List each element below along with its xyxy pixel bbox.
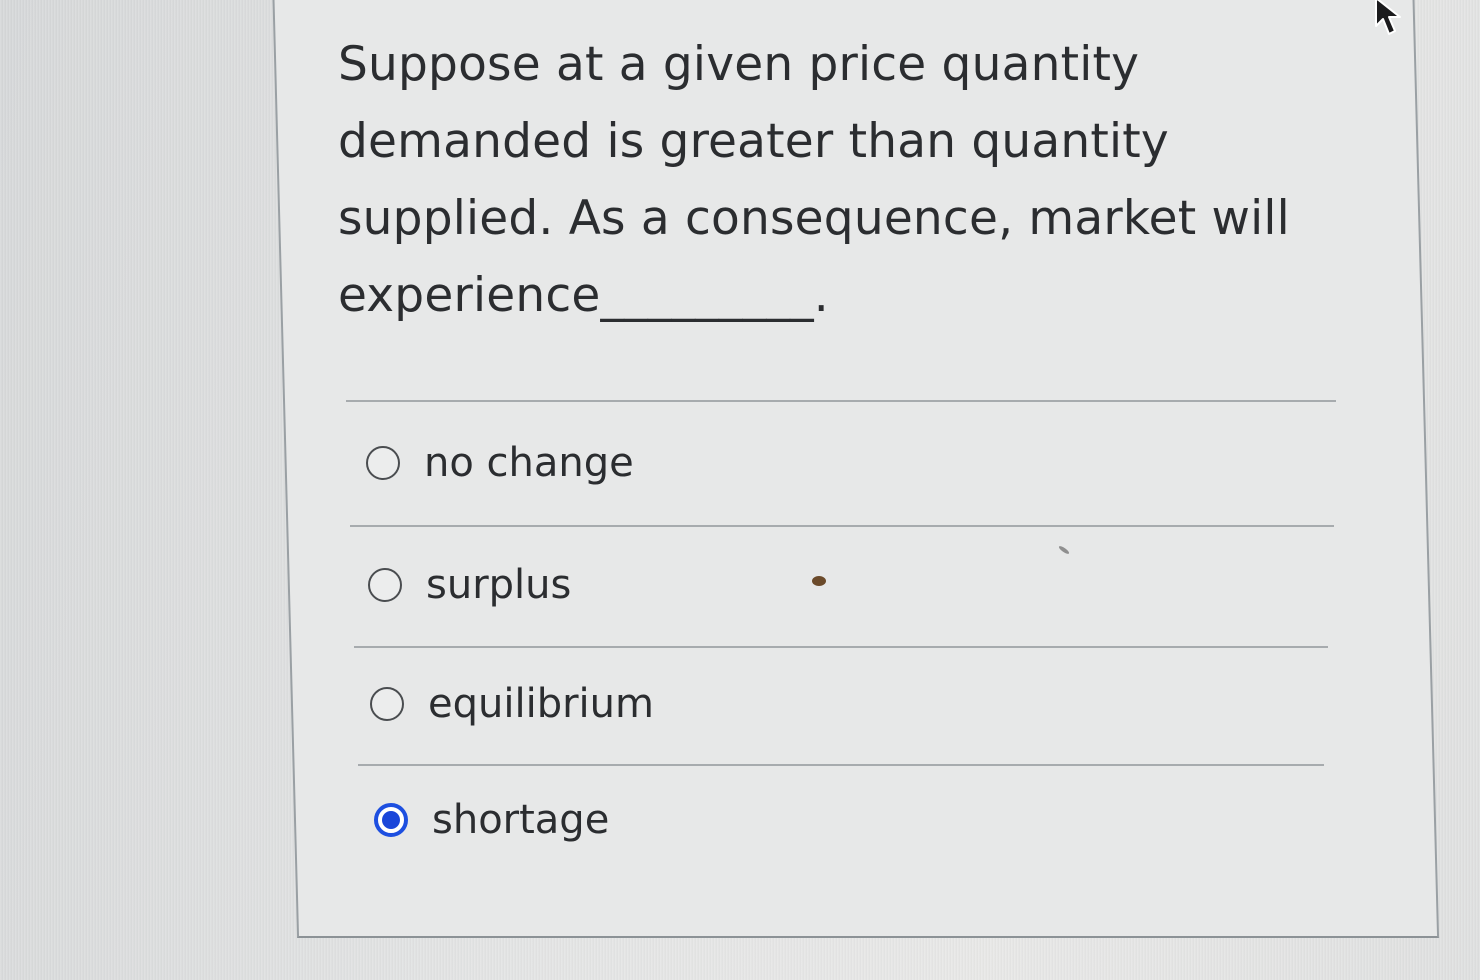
screen-speck	[812, 576, 826, 586]
option-label-equilibrium: equilibrium	[428, 681, 654, 727]
radio-dot	[382, 811, 400, 829]
question-card: Suppose at a given price quantity demand…	[272, 0, 1440, 938]
radio-surplus[interactable]	[368, 568, 402, 602]
question-card-content: Suppose at a given price quantity demand…	[274, 0, 1412, 936]
radio-no-change[interactable]	[366, 446, 400, 480]
divider-2	[354, 646, 1328, 648]
mouse-pointer-icon	[1375, 0, 1401, 35]
option-label-no-change: no change	[424, 440, 634, 486]
question-text: Suppose at a given price quantity demand…	[338, 37, 1290, 323]
divider-3	[358, 764, 1324, 766]
divider-1	[350, 525, 1334, 527]
option-equilibrium[interactable]: equilibrium	[370, 681, 654, 727]
option-surplus[interactable]: surplus	[368, 562, 572, 608]
divider-top	[346, 400, 1336, 402]
option-label-shortage: shortage	[432, 797, 610, 843]
option-no-change[interactable]: no change	[366, 440, 634, 486]
radio-equilibrium[interactable]	[370, 687, 404, 721]
option-label-surplus: surplus	[426, 562, 572, 608]
radio-shortage-selected[interactable]	[374, 803, 408, 837]
option-shortage[interactable]: shortage	[374, 797, 610, 843]
